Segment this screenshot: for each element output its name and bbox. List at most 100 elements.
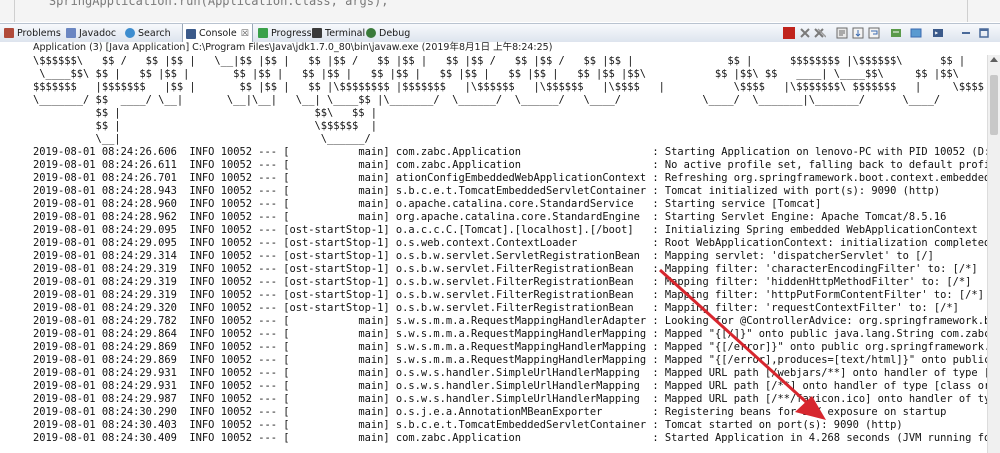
log-timestamp: 2019-08-01 08:24:29.095 [33, 237, 177, 249]
log-thread: ost-startStop-1 [289, 276, 384, 288]
console-output[interactable]: \$$$$$$\ $$ / $$ |$$ | \__|$$ |$$ | $$ |… [33, 55, 1000, 453]
log-timestamp: 2019-08-01 08:24:29.987 [33, 393, 177, 405]
log-pid: 10052 [220, 328, 252, 340]
log-thread: main [289, 432, 384, 444]
problems-icon [4, 28, 14, 38]
debug-icon [366, 28, 376, 38]
log-level: INFO [189, 289, 215, 301]
log-logger: o.s.b.w.servlet.FilterRegistrationBean [395, 289, 647, 301]
log-message: No active profile set, falling back to d… [664, 159, 1000, 171]
log-logger: ationConfigEmbeddedWebApplicationContext [395, 172, 647, 184]
scroll-up-icon[interactable] [990, 57, 998, 62]
search-icon [125, 28, 135, 38]
log-timestamp: 2019-08-01 08:24:28.962 [33, 211, 177, 223]
display-selected-icon[interactable] [910, 27, 922, 39]
log-message: Mapped "{[/error],produces=[text/html]}"… [664, 354, 1000, 366]
log-message: Mapping filter: 'characterEncodingFilter… [664, 263, 978, 275]
log-timestamp: 2019-08-01 08:24:26.701 [33, 172, 177, 184]
log-level: INFO [189, 172, 215, 184]
log-logger: o.s.b.w.servlet.FilterRegistrationBean [395, 263, 647, 275]
javadoc-icon [66, 28, 76, 38]
log-thread: main [289, 341, 384, 353]
log-pid: 10052 [220, 172, 252, 184]
log-level: INFO [189, 250, 215, 262]
log-message: Tomcat initialized with port(s): 9090 (h… [664, 185, 941, 197]
log-level: INFO [189, 419, 215, 431]
log-line: 2019-08-01 08:24:29.931 INFO 10052 --- [… [33, 367, 1000, 380]
log-message: Registering beans for JMX exposure on st… [664, 406, 947, 418]
remove-all-icon[interactable] [814, 27, 826, 39]
tab-problems-label: Problems [17, 27, 61, 39]
tab-javadoc[interactable]: Javadoc [66, 24, 116, 42]
log-message: Starting Application on lenovo-PC with P… [664, 146, 1000, 158]
pin-console-icon[interactable] [890, 27, 902, 39]
log-timestamp: 2019-08-01 08:24:29.864 [33, 328, 177, 340]
minimize-icon[interactable] [960, 27, 972, 39]
log-thread: main [289, 185, 384, 197]
console-left-margin [0, 42, 33, 453]
log-logger: s.b.c.e.t.TomcatEmbeddedServletContainer [395, 419, 647, 431]
log-thread: main [289, 198, 384, 210]
log-level: INFO [189, 302, 215, 314]
tab-progress-label: Progress [271, 27, 312, 39]
open-console-icon[interactable] [932, 27, 944, 39]
log-thread: ost-startStop-1 [289, 224, 384, 236]
log-thread: ost-startStop-1 [289, 302, 384, 314]
log-pid: 10052 [220, 367, 252, 379]
vertical-scrollbar[interactable] [987, 55, 1000, 453]
tab-debug[interactable]: Debug [366, 24, 410, 42]
log-thread: ost-startStop-1 [289, 263, 384, 275]
banner-line: \_______/ $$ ____/ \__| \__|\__| \__| \_… [33, 94, 941, 106]
log-timestamp: 2019-08-01 08:24:29.319 [33, 289, 177, 301]
log-message: Tomcat started on port(s): 9090 (http) [664, 419, 903, 431]
log-timestamp: 2019-08-01 08:24:29.869 [33, 354, 177, 366]
log-message: Starting service [Tomcat] [664, 198, 822, 210]
progress-icon [258, 28, 268, 38]
log-logger: o.s.w.s.handler.SimpleUrlHandlerMapping [395, 393, 647, 405]
log-level: INFO [189, 432, 215, 444]
log-timestamp: 2019-08-01 08:24:30.290 [33, 406, 177, 418]
log-pid: 10052 [220, 432, 252, 444]
log-pid: 10052 [220, 159, 252, 171]
word-wrap-icon[interactable] [868, 27, 880, 39]
close-icon[interactable]: ☒ [241, 29, 249, 39]
scroll-lock-icon[interactable] [852, 27, 864, 39]
tab-search[interactable]: Search [125, 24, 171, 42]
log-line: 2019-08-01 08:24:29.931 INFO 10052 --- [… [33, 380, 1000, 393]
log-timestamp: 2019-08-01 08:24:30.409 [33, 432, 177, 444]
clear-console-icon[interactable] [836, 27, 848, 39]
maximize-icon[interactable] [978, 27, 990, 39]
log-line: 2019-08-01 08:24:29.314 INFO 10052 --- [… [33, 250, 934, 262]
log-pid: 10052 [220, 224, 252, 236]
log-line: 2019-08-01 08:24:29.782 INFO 10052 --- [… [33, 315, 1000, 328]
log-level: INFO [189, 224, 215, 236]
banner-line: \____$$\ $$ | $$ |$$ | $$ |$$ | $$ |$$ |… [33, 68, 959, 80]
log-timestamp: 2019-08-01 08:24:26.611 [33, 159, 177, 171]
log-level: INFO [189, 211, 215, 223]
log-level: INFO [189, 276, 215, 288]
log-logger: com.zabc.Application [395, 146, 647, 158]
tab-console[interactable]: Console ☒ [182, 24, 253, 43]
log-thread: main [289, 354, 384, 366]
tab-problems[interactable]: Problems [4, 24, 61, 42]
tab-terminal[interactable]: Terminal [312, 24, 365, 42]
log-thread: main [289, 393, 384, 405]
log-message: Mapped "{[/error]}" onto public org.spri… [664, 341, 1000, 353]
log-line: 2019-08-01 08:24:28.960 INFO 10052 --- [… [33, 198, 822, 210]
view-tab-bar: Problems Javadoc Search Console ☒ Progre… [0, 23, 1000, 43]
banner-line: \$$$$$$\ $$ / $$ |$$ | \__|$$ |$$ | $$ |… [33, 55, 966, 67]
tab-progress[interactable]: Progress [258, 24, 312, 42]
log-pid: 10052 [220, 185, 252, 197]
log-pid: 10052 [220, 289, 252, 301]
scrollbar-thumb[interactable] [990, 75, 998, 135]
log-message: Mapping servlet: 'dispatcherServlet' to … [664, 250, 934, 262]
remove-launch-icon[interactable] [799, 27, 811, 39]
log-message: Looking for @ControllerAdvice: org.sprin… [664, 315, 1000, 327]
log-logger: o.a.c.c.C.[Tomcat].[localhost].[/boot] [395, 224, 647, 236]
log-line: 2019-08-01 08:24:29.869 INFO 10052 --- [… [33, 354, 1000, 367]
log-line: 2019-08-01 08:24:26.606 INFO 10052 --- [… [33, 146, 1000, 159]
terminate-icon[interactable] [783, 27, 795, 39]
banner-line: $$ | $$\ $$ | [33, 107, 378, 119]
log-timestamp: 2019-08-01 08:24:29.931 [33, 380, 177, 392]
log-logger: o.s.w.s.handler.SimpleUrlHandlerMapping [395, 367, 647, 379]
